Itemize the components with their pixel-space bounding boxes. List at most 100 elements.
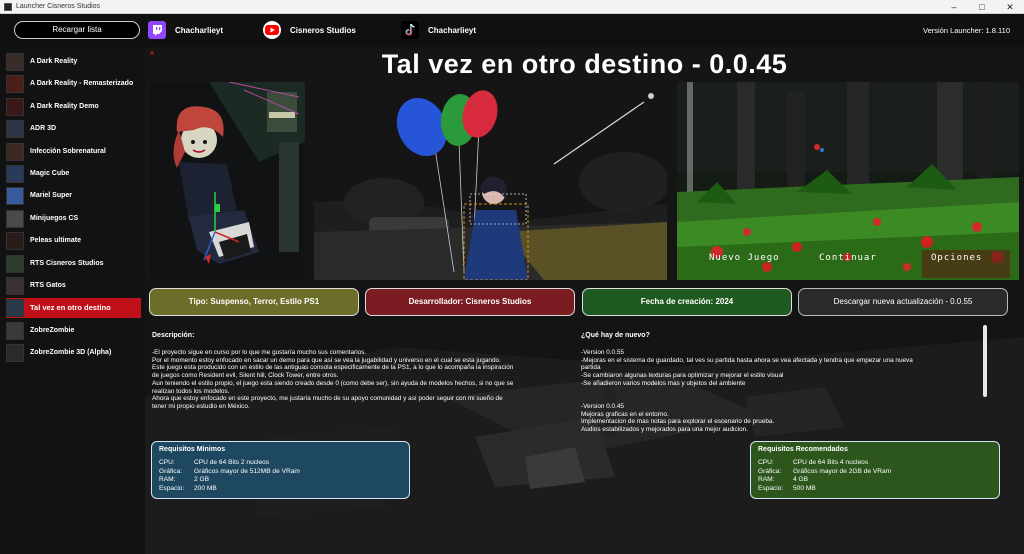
game-name: A Dark Reality - Remasterizado — [30, 80, 134, 88]
launcher-window: Launcher Cisneros Studios – □ ✕ Recargar… — [0, 0, 1024, 554]
game-thumbnail — [6, 165, 24, 183]
requirement-key: Gráfica: — [758, 467, 782, 475]
requirement-row: Espacio: 200 MB — [159, 485, 402, 494]
description-line: Aun teniendo el estilo propio, el juego … — [152, 379, 514, 387]
reload-list-button[interactable]: Recargar lista — [14, 21, 140, 39]
menu-new-game: Nuevo Juego — [709, 253, 780, 263]
game-thumbnail — [6, 277, 24, 295]
game-thumbnail — [6, 232, 24, 251]
requirement-key: RAM: — [159, 476, 176, 483]
download-update-button[interactable]: Descargar nueva actualización - 0.0.55 — [798, 288, 1008, 316]
game-name: RTS Cisneros Studios — [30, 259, 104, 267]
requirement-key: Gráfica: — [159, 467, 183, 475]
youtube-link[interactable]: Cisneros Studios — [263, 20, 356, 40]
game-thumbnail — [6, 254, 24, 273]
launcher-version: Versión Launcher: 1.8.110 — [922, 26, 1010, 35]
sidebar-game-item[interactable]: Mariel Super — [6, 186, 141, 206]
header-bar: Recargar lista Chacharlieyt Cisneros Stu… — [0, 14, 1024, 47]
game-title: Tal vez en otro destino - 0.0.45 — [381, 49, 788, 79]
sidebar-game-item[interactable]: A Dark Reality — [6, 52, 141, 72]
sidebar-game-item[interactable]: ZobreZombie 3D (Alpha) — [6, 343, 141, 363]
developer-tag: Desarrollador: Cisneros Studios — [365, 288, 575, 316]
sidebar-game-item[interactable]: Magic Cube — [6, 164, 141, 184]
sidebar-game-item[interactable]: RTS Gatos — [6, 276, 141, 296]
requirement-row: Gráfica: Gráficos mayor de 512MB de VRam — [159, 468, 402, 477]
whats-new-scrollbar[interactable] — [983, 325, 987, 397]
game-name: A Dark Reality — [30, 58, 78, 65]
requirement-key: CPU: — [758, 459, 774, 466]
requirement-key: Espacio: — [159, 484, 185, 492]
sidebar-game-item[interactable]: A Dark Reality Demo — [6, 97, 141, 117]
requirement-row: CPU: CPU de 64 Bits 2 nucleos — [159, 459, 402, 468]
title-bar: Launcher Cisneros Studios – □ ✕ — [0, 0, 1024, 14]
minimize-icon[interactable]: – — [940, 0, 968, 14]
requirement-value: 2 GB — [194, 476, 210, 483]
whats-new-line: Implementacion de mas notas para explora… — [581, 418, 775, 426]
sidebar-game-item[interactable]: ZobreZombie — [6, 321, 141, 341]
game-name: ZobreZombie — [30, 326, 75, 334]
requirement-value: CPU de 64 Bits 4 nucleos — [793, 459, 869, 466]
game-name: Minijuegos CS — [30, 214, 79, 222]
whats-new-line — [581, 395, 981, 403]
genre-tag: Tipo: Suspenso, Terror, Estilo PS1 — [149, 288, 359, 316]
requirement-row: Espacio: 500 MB — [758, 485, 992, 494]
requirement-value: 200 MB — [194, 484, 217, 492]
app-icon — [4, 2, 12, 11]
description-line: de juegos como Resident evil, Silent hil… — [152, 372, 339, 380]
sidebar-game-item[interactable]: Tal vez en otro destino — [6, 298, 141, 319]
sidebar-game-item[interactable]: Minijuegos CS — [6, 209, 141, 229]
whats-new-line: Mejoras graficas en el entorno. — [581, 410, 669, 418]
requirement-key: RAM: — [758, 476, 775, 483]
game-thumbnail — [6, 97, 24, 116]
menu-continue: Continuar — [819, 253, 877, 263]
sidebar-game-item[interactable]: Peleas ultimate — [6, 231, 141, 251]
creation-date-tag: Fecha de creación: 2024 — [582, 288, 792, 316]
description-line: Por el momento estoy enfocado en sacar u… — [152, 356, 501, 364]
sidebar-game-item[interactable]: A Dark Reality - Remasterizado — [6, 74, 141, 94]
window-title: Launcher Cisneros Studios — [16, 3, 101, 10]
sidebar-game-item[interactable]: ADR 3D — [6, 119, 141, 139]
requirement-value: 500 MB — [793, 484, 816, 492]
description-line: tener mi propio estudio en México. — [152, 402, 250, 410]
description-line: -El proyecto sigue en curso por lo que m… — [152, 349, 367, 356]
whats-new-line: partida — [581, 364, 601, 372]
game-thumbnail — [6, 75, 24, 94]
recommended-requirements-panel: Requisitos Recomendados CPU: CPU de 64 Bi… — [750, 441, 1000, 499]
screenshot-character — [149, 82, 305, 280]
whats-new-label: ¿Qué hay de nuevo? — [581, 332, 650, 339]
game-thumbnail — [6, 120, 24, 139]
whats-new-line: -Se cambiaron algunas texturas para opti… — [581, 372, 784, 380]
youtube-icon — [263, 21, 281, 39]
requirement-value: CPU de 64 Bits 2 nucleos — [194, 459, 270, 466]
game-name: RTS Gatos — [30, 282, 66, 289]
menu-options: Opciones — [931, 253, 983, 263]
game-thumbnail — [6, 344, 24, 363]
game-thumbnail — [6, 321, 24, 340]
tiktok-link[interactable]: Chacharlieyt — [401, 20, 476, 40]
requirement-value: Gráficos mayor de 2GB de VRam — [793, 467, 892, 475]
whats-new-line: Audios estabilizados y mejorados para un… — [581, 426, 748, 433]
whats-new-text[interactable]: -Version 0.0.55 -Mejoras en el sistema de… — [581, 346, 981, 452]
screenshot-forest-menu: Nuevo Juego Continuar Opciones — [677, 82, 1019, 280]
requirement-row: RAM: 4 GB — [758, 476, 992, 485]
sidebar-game-item[interactable]: RTS Cisneros Studios — [6, 254, 141, 274]
rec-req-title: Requisitos Recomendados — [758, 446, 848, 453]
whats-new-line: -Version 0.0.45 — [581, 402, 624, 410]
description-line: Ahora que estoy enfocado en este proyect… — [152, 395, 503, 403]
game-name: A Dark Reality Demo — [30, 102, 99, 110]
requirement-value: 4 GB — [793, 476, 809, 483]
min-req-title: Requisitos Minimos — [159, 446, 226, 453]
twitch-icon — [148, 21, 166, 39]
game-name: Peleas ultimate — [30, 237, 81, 245]
game-list-sidebar: A Dark Reality A Dark Reality - Remasteri… — [0, 47, 145, 554]
screenshot-balloons — [314, 82, 667, 280]
game-thumbnail — [6, 142, 24, 161]
requirement-row: Gráfica: Gráficos mayor de 2GB de VRam — [758, 468, 992, 477]
game-name: ADR 3D — [30, 125, 57, 133]
sidebar-game-item[interactable]: Infección Sobrenatural — [6, 142, 141, 162]
twitch-link[interactable]: Chacharlieyt — [148, 20, 223, 40]
maximize-icon[interactable]: □ — [968, 0, 996, 14]
close-window-icon[interactable]: ✕ — [996, 0, 1024, 14]
requirement-row: CPU: CPU de 64 Bits 4 nucleos — [758, 459, 992, 468]
whats-new-line — [581, 388, 981, 396]
